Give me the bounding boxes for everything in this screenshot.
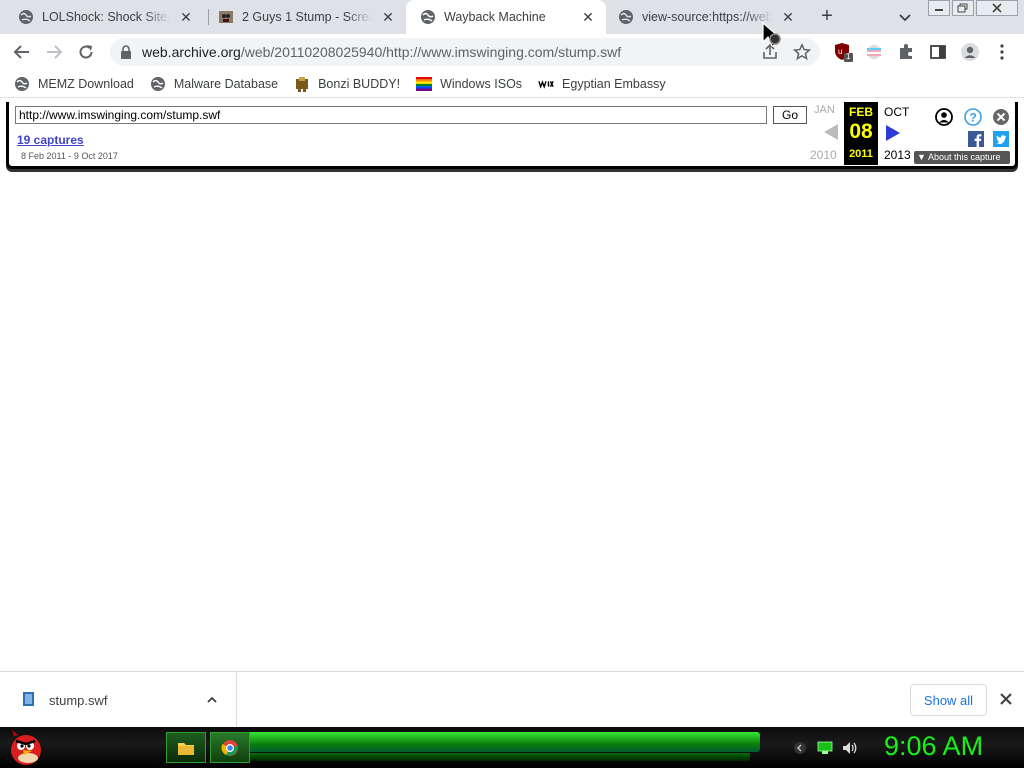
- tab-title: view-source:https://web.a: [642, 10, 772, 24]
- url-path: /web/20110208025940/http://www.imswingin…: [240, 44, 622, 60]
- close-icon[interactable]: ✕: [380, 9, 396, 25]
- current-year: 2011: [849, 148, 873, 160]
- minimize-button[interactable]: [928, 0, 950, 16]
- browser-toolbar: web.archive.org/web/20110208025940/http:…: [0, 34, 1024, 70]
- tab-title: Wayback Machine: [444, 10, 546, 24]
- globe-icon: [14, 76, 30, 92]
- download-shelf: stump.swf Show all: [0, 671, 1024, 728]
- capture-date-range: 8 Feb 2011 - 9 Oct 2017: [21, 151, 118, 161]
- taskbar-glow: [250, 753, 750, 761]
- bookmark-star-icon[interactable]: [792, 42, 812, 62]
- reload-icon[interactable]: [76, 42, 96, 62]
- current-capture-date: FEB 08 2011: [844, 102, 878, 165]
- screamer-favicon-icon: [218, 9, 234, 25]
- mouse-cursor-busy-icon: [760, 21, 790, 52]
- bookmark-label: Egyptian Embassy: [562, 76, 666, 91]
- url-text[interactable]: web.archive.org/web/20110208025940/http:…: [142, 44, 621, 60]
- bookmark-label: Malware Database: [173, 76, 279, 91]
- file-icon: [22, 691, 35, 707]
- svg-text:?: ?: [970, 111, 977, 125]
- about-capture-label: About this capture: [927, 152, 1001, 162]
- back-arrow-icon[interactable]: [12, 42, 32, 62]
- screen: LOLShock: Shock Sites Ne ✕ 2 Guys 1 Stum…: [0, 0, 1024, 768]
- close-icon[interactable]: [992, 108, 1010, 126]
- start-button-angry-bird-icon[interactable]: [6, 728, 46, 767]
- close-window-button[interactable]: [976, 0, 1018, 16]
- globe-icon: [420, 9, 436, 25]
- lock-icon[interactable]: [120, 45, 132, 64]
- current-day: 08: [849, 120, 873, 143]
- url-host: web.archive.org: [142, 44, 241, 60]
- about-capture-button[interactable]: ▼ About this capture: [914, 151, 1010, 164]
- tab-wayback[interactable]: Wayback Machine ✕: [406, 0, 606, 34]
- page-content: Go 19 captures 8 Feb 2011 - 9 Oct 2017 J…: [0, 99, 1024, 671]
- wayback-url-input[interactable]: [15, 106, 767, 124]
- profile-avatar-icon[interactable]: [960, 42, 980, 62]
- wayback-toolbar: Go 19 captures 8 Feb 2011 - 9 Oct 2017 J…: [6, 102, 1018, 169]
- tab-2guys[interactable]: 2 Guys 1 Stump - Scream ✕: [200, 0, 406, 34]
- side-panel-icon[interactable]: [928, 42, 948, 62]
- globe-icon: [150, 76, 166, 92]
- tab-search-chevron-icon[interactable]: [896, 8, 914, 26]
- taskbar-clock[interactable]: 9:06 AM: [884, 731, 983, 762]
- prev-capture-arrow-icon[interactable]: [824, 124, 838, 140]
- ublock-badge-count: 1: [846, 52, 851, 61]
- bookmark-malware-database[interactable]: Malware Database: [150, 76, 278, 92]
- wix-icon: [538, 76, 554, 92]
- show-all-button[interactable]: Show all: [910, 684, 987, 716]
- bookmark-label: Bonzi BUDDY!: [318, 76, 401, 91]
- taskbar-glow: [240, 732, 760, 752]
- pride-extension-icon[interactable]: [864, 42, 884, 62]
- tab-title: 2 Guys 1 Stump - Scream: [242, 10, 372, 24]
- forward-arrow-icon[interactable]: [44, 42, 64, 62]
- caret-down-icon: ▼: [917, 152, 926, 162]
- bookmark-windows-isos[interactable]: Windows ISOs: [416, 76, 522, 92]
- chrome-icon[interactable]: [210, 732, 250, 763]
- bookmark-memz[interactable]: MEMZ Download: [14, 76, 134, 92]
- chevron-up-icon[interactable]: [205, 693, 219, 707]
- new-tab-button[interactable]: +: [816, 6, 838, 28]
- current-month: FEB: [849, 105, 873, 119]
- prev-month-label[interactable]: JAN: [814, 104, 835, 116]
- network-icon[interactable]: [817, 740, 833, 756]
- ublock-origin-icon[interactable]: u 1: [834, 42, 854, 62]
- close-icon[interactable]: ✕: [580, 9, 596, 25]
- close-icon[interactable]: ✕: [178, 9, 194, 25]
- prev-year-label[interactable]: 2010: [810, 148, 837, 162]
- rainbow-flag-icon: [416, 76, 433, 92]
- tab-title: LOLShock: Shock Sites Ne: [42, 10, 170, 24]
- tab-strip: LOLShock: Shock Sites Ne ✕ 2 Guys 1 Stum…: [0, 0, 1024, 34]
- address-bar[interactable]: web.archive.org/web/20110208025940/http:…: [110, 38, 820, 66]
- twitter-icon[interactable]: [992, 130, 1010, 148]
- bookmark-egyptian-embassy[interactable]: Egyptian Embassy: [538, 76, 666, 92]
- restore-button[interactable]: [952, 0, 974, 16]
- next-month-label[interactable]: OCT: [884, 105, 909, 119]
- bookmark-bonzi-buddy[interactable]: Bonzi BUDDY!: [294, 76, 400, 92]
- menu-kebab-icon[interactable]: [992, 42, 1012, 62]
- tab-lolshock[interactable]: LOLShock: Shock Sites Ne ✕: [0, 0, 204, 34]
- next-capture-arrow-icon[interactable]: [886, 125, 900, 141]
- next-year-label[interactable]: 2013: [884, 148, 911, 162]
- svg-text:u: u: [838, 47, 842, 56]
- close-icon[interactable]: [998, 691, 1014, 707]
- bookmarks-bar: MEMZ Download Malware Database Bonzi BUD…: [0, 70, 1024, 98]
- globe-icon: [18, 9, 34, 25]
- bookmark-label: MEMZ Download: [38, 76, 134, 91]
- show-hidden-icons-chevron-icon[interactable]: [792, 740, 808, 756]
- file-explorer-icon[interactable]: [166, 732, 206, 763]
- download-file-name: stump.swf: [49, 693, 108, 708]
- account-icon[interactable]: [935, 108, 953, 126]
- help-icon[interactable]: ?: [964, 108, 982, 126]
- facebook-icon[interactable]: [967, 130, 985, 148]
- globe-icon: [618, 9, 634, 25]
- captures-link[interactable]: 19 captures: [17, 133, 84, 147]
- wayback-go-button[interactable]: Go: [773, 106, 807, 124]
- taskbar: 9:06 AM: [0, 727, 1024, 768]
- volume-icon[interactable]: [842, 740, 858, 756]
- download-item[interactable]: stump.swf: [0, 672, 237, 728]
- bookmark-label: Windows ISOs: [440, 76, 523, 91]
- bonzi-icon: [294, 76, 310, 92]
- extensions-puzzle-icon[interactable]: [896, 42, 916, 62]
